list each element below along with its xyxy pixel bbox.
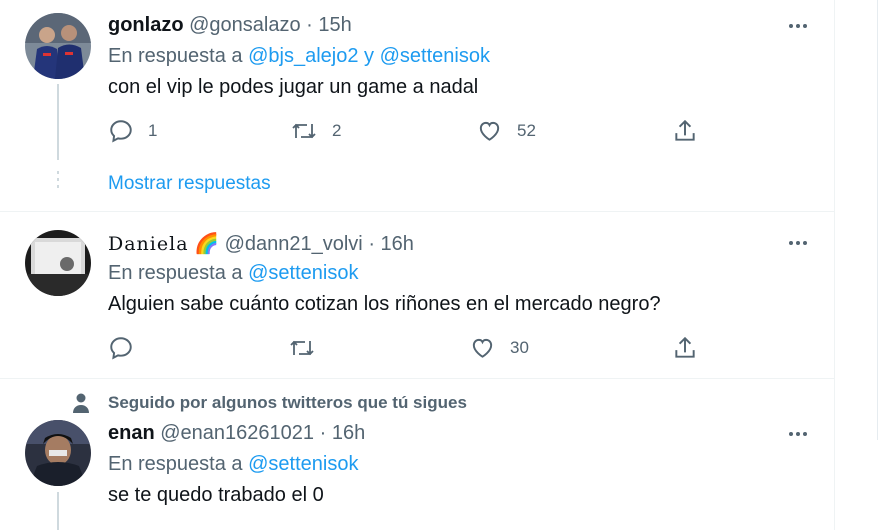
reply-button[interactable]: 1 — [108, 116, 157, 146]
thread-line — [57, 492, 59, 530]
reply-context: En respuesta a @bjs_alejo2 y @settenisok — [108, 45, 490, 68]
more-icon[interactable] — [786, 422, 810, 446]
like-count: 52 — [517, 121, 536, 140]
share-icon — [675, 119, 695, 141]
mention-link[interactable]: @settenisok — [248, 262, 358, 284]
divider — [0, 211, 834, 212]
timestamp[interactable]: 16h — [332, 422, 365, 444]
separator: · — [306, 14, 313, 36]
like-button[interactable]: 30 — [469, 333, 529, 363]
thread-line — [57, 84, 59, 160]
tweet-header: enan @enan16261021 · 16h — [108, 422, 365, 445]
tweet-header: gonlazo @gonsalazo · 15h — [108, 14, 352, 37]
avatar[interactable] — [25, 13, 91, 79]
avatar[interactable] — [25, 420, 91, 486]
mention-link[interactable]: @settenisok — [380, 45, 490, 67]
show-replies-link[interactable]: Mostrar respuestas — [108, 173, 271, 195]
mention-joiner: y — [364, 45, 375, 67]
separator: · — [319, 422, 327, 444]
timestamp[interactable]: 16h — [381, 233, 414, 255]
person-icon — [72, 393, 90, 413]
reply-prefix: En respuesta a — [108, 453, 243, 475]
display-name[interactable]: Daniela — [108, 233, 189, 255]
more-icon[interactable] — [786, 231, 810, 255]
like-button[interactable]: 52 — [476, 116, 536, 146]
share-icon — [675, 336, 695, 358]
tweet-text: se te quedo trabado el 0 — [108, 484, 324, 506]
like-icon — [479, 121, 500, 141]
tweet-header: Daniela 🌈 @dann21_volvi · 16h — [108, 231, 414, 256]
like-icon — [472, 338, 493, 358]
like-count: 30 — [510, 338, 529, 357]
tweet-text: Alguien sabe cuánto cotizan los riñones … — [108, 293, 661, 315]
social-context: Seguido por algunos twitteros que tú sig… — [108, 393, 467, 412]
more-icon[interactable] — [786, 14, 810, 38]
mention-link[interactable]: @bjs_alejo2 — [248, 45, 358, 67]
handle[interactable]: @dann21_volvi — [225, 233, 363, 255]
timeline-column: gonlazo @gonsalazo · 15h En respuesta a … — [0, 0, 835, 530]
share-button[interactable] — [672, 116, 698, 146]
retweet-count: 2 — [332, 121, 342, 140]
divider — [0, 378, 834, 379]
reply-count: 1 — [148, 121, 158, 140]
avatar[interactable] — [25, 230, 91, 296]
window-edge — [877, 0, 878, 440]
reply-icon — [110, 337, 132, 360]
reply-prefix: En respuesta a — [108, 45, 243, 67]
retweet-icon — [292, 123, 316, 139]
reply-icon — [110, 120, 132, 143]
reply-context: En respuesta a @settenisok — [108, 453, 358, 476]
handle[interactable]: @enan16261021 — [160, 422, 314, 444]
handle[interactable]: @gonsalazo — [189, 14, 300, 36]
retweet-button[interactable] — [288, 333, 330, 363]
rainbow-emoji: 🌈 — [194, 233, 219, 255]
thread-dots — [57, 171, 59, 195]
reply-prefix: En respuesta a — [108, 262, 243, 284]
timestamp[interactable]: 15h — [318, 14, 351, 36]
display-name[interactable]: gonlazo — [108, 14, 184, 36]
reply-context: En respuesta a @settenisok — [108, 262, 358, 285]
display-name[interactable]: enan — [108, 422, 155, 444]
retweet-button[interactable]: 2 — [290, 116, 341, 146]
separator: · — [368, 233, 375, 255]
mention-link[interactable]: @settenisok — [248, 453, 358, 475]
share-button[interactable] — [672, 333, 698, 363]
retweet-icon — [290, 340, 314, 356]
reply-button[interactable] — [108, 333, 148, 363]
tweet-text: con el vip le podes jugar un game a nada… — [108, 76, 479, 98]
